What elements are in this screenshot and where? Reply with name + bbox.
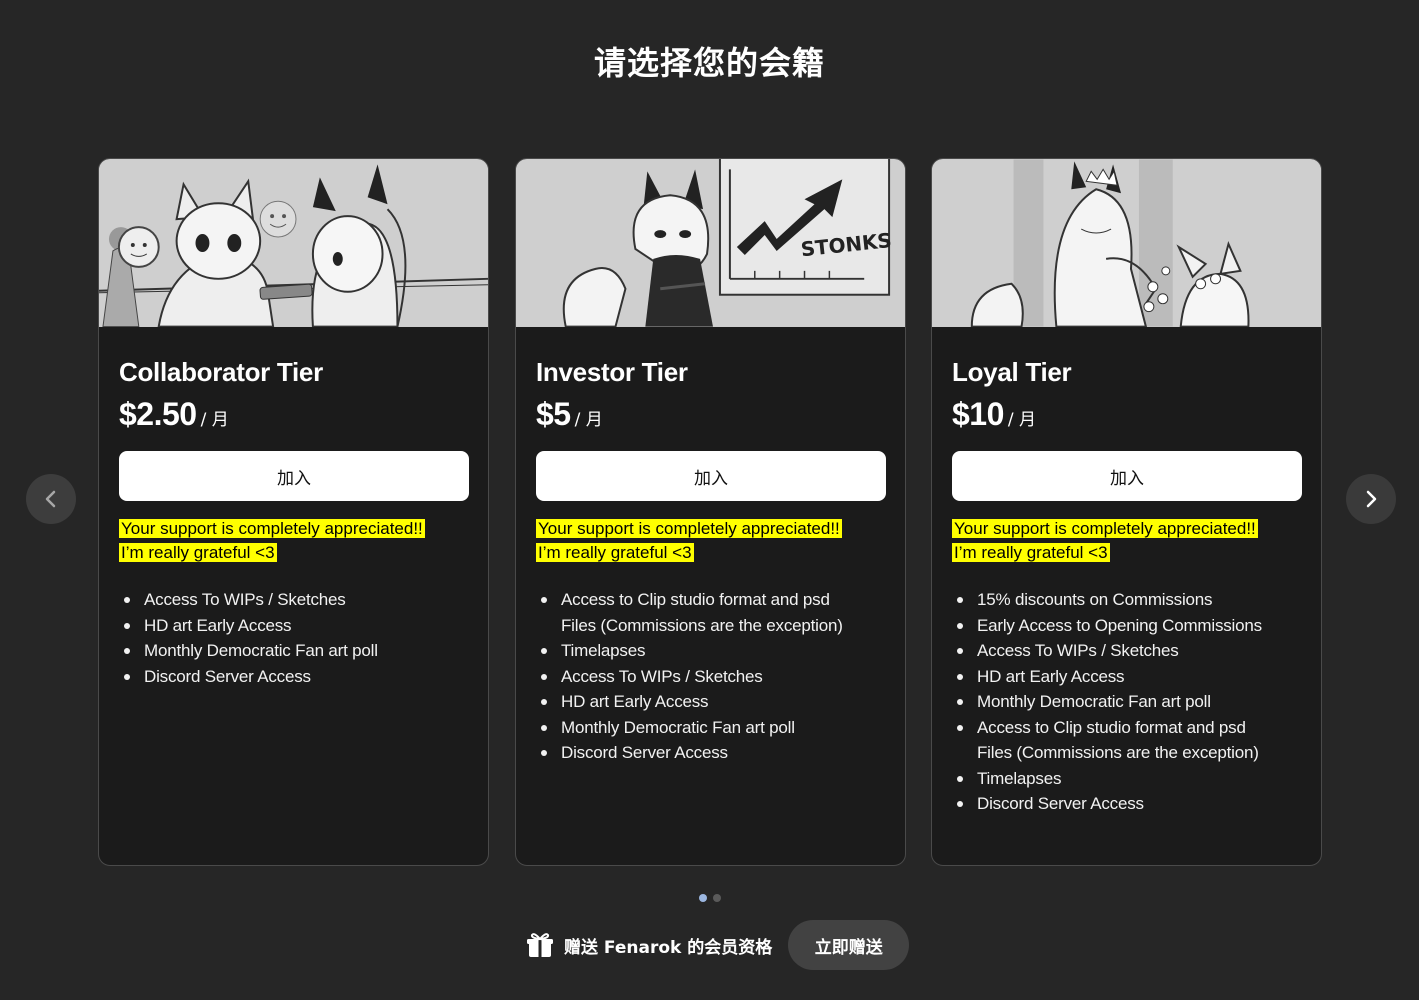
join-button[interactable]: 加入 — [119, 451, 469, 501]
tier-name: Loyal Tier — [952, 357, 1072, 387]
tier-card-loyal: Loyal Tier $10 / 月 加入 Your support is co… — [931, 158, 1322, 866]
note-line: Your support is completely appreciated!! — [536, 519, 842, 538]
tier-note: Your support is completely appreciated!!… — [119, 517, 468, 565]
benefit-item: Access To WIPs / Sketches — [541, 664, 885, 690]
benefit-item: Access to Clip studio format and psd — [541, 587, 885, 613]
benefit-item: Timelapses — [957, 766, 1301, 792]
note-line: Your support is completely appreciated!! — [952, 519, 1258, 538]
tier-price: $10 — [952, 396, 1004, 432]
benefit-item: Monthly Democratic Fan art poll — [124, 638, 468, 664]
gift-icon — [527, 933, 553, 957]
tier-price: $5 — [536, 396, 571, 432]
benefit-list: Access to Clip studio format and psd Fil… — [536, 587, 885, 766]
benefit-item: Access To WIPs / Sketches — [124, 587, 468, 613]
page-title: 请选择您的会籍 — [593, 44, 825, 82]
benefit-item: Monthly Democratic Fan art poll — [957, 689, 1301, 715]
carousel-prev-button[interactable] — [26, 474, 76, 524]
carousel-pagination — [699, 894, 721, 902]
benefit-item: HD art Early Access — [124, 613, 468, 639]
tier-note: Your support is completely appreciated!!… — [952, 517, 1301, 565]
note-line: Your support is completely appreciated!! — [119, 519, 425, 538]
tier-card-investor: STONKS Investor Tier $5 / 月 加入 Your supp… — [515, 158, 906, 866]
tier-name: Collaborator Tier — [119, 357, 323, 387]
benefit-item: Discord Server Access — [124, 664, 468, 690]
benefit-item: Timelapses — [541, 638, 885, 664]
benefit-item: Files (Commissions are the exception) — [977, 743, 1259, 762]
pagination-dot[interactable] — [713, 894, 721, 902]
tier-artwork — [932, 159, 1321, 327]
benefit-list: Access To WIPs / Sketches HD art Early A… — [119, 587, 468, 689]
join-button[interactable]: 加入 — [536, 451, 886, 501]
gift-now-button[interactable]: 立即赠送 — [788, 920, 910, 970]
tier-artwork — [99, 159, 488, 327]
pagination-dot-active[interactable] — [699, 894, 707, 902]
note-line: I’m really grateful <3 — [536, 543, 694, 562]
gift-text: 赠送 Fenarok 的会员资格 — [564, 937, 773, 958]
tier-artwork: STONKS — [516, 159, 905, 327]
chevron-right-icon — [1366, 490, 1377, 508]
benefit-item: Discord Server Access — [541, 740, 885, 766]
benefit-item: Discord Server Access — [957, 791, 1301, 817]
join-button[interactable]: 加入 — [952, 451, 1302, 501]
tier-card-collaborator: Collaborator Tier $2.50 / 月 加入 Your supp… — [98, 158, 489, 866]
price-period: / 月 — [574, 410, 603, 430]
carousel-next-button[interactable] — [1346, 474, 1396, 524]
note-line: I’m really grateful <3 — [119, 543, 277, 562]
chevron-left-icon — [45, 490, 56, 508]
tier-note: Your support is completely appreciated!!… — [536, 517, 885, 565]
benefit-item: Access To WIPs / Sketches — [957, 638, 1301, 664]
benefit-item: Early Access to Opening Commissions — [957, 613, 1301, 639]
price-period: / 月 — [1007, 410, 1037, 430]
price-period: / 月 — [200, 410, 229, 430]
gift-membership-row: 赠送 Fenarok 的会员资格 立即赠送 — [526, 920, 910, 970]
benefit-list: 15% discounts on Commissions Early Acces… — [952, 587, 1301, 817]
benefit-item: Files (Commissions are the exception) — [561, 615, 843, 635]
benefit-item: HD art Early Access — [957, 664, 1301, 690]
benefit-item: HD art Early Access — [541, 689, 885, 715]
tier-price: $2.50 — [119, 396, 197, 432]
benefit-item: Access to Clip studio format and psd — [957, 715, 1301, 741]
benefit-item: Monthly Democratic Fan art poll — [541, 715, 885, 741]
note-line: I’m really grateful <3 — [952, 543, 1110, 562]
tier-name: Investor Tier — [536, 357, 688, 387]
benefit-item: 15% discounts on Commissions — [957, 587, 1301, 613]
